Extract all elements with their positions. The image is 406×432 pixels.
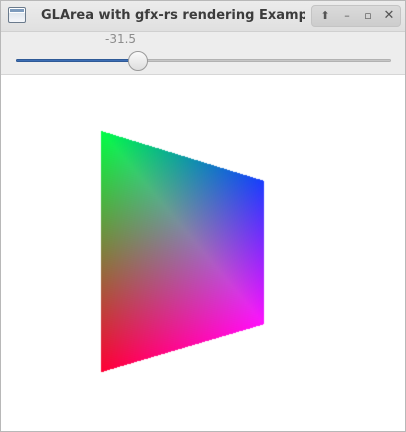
title-bar[interactable]: GLArea with gfx-rs rendering Example ⬆ –…	[1, 1, 405, 32]
app-window: GLArea with gfx-rs rendering Example ⬆ –…	[0, 0, 406, 432]
window-controls: ⬆ – ▫ ✕	[311, 5, 401, 27]
window-title: GLArea with gfx-rs rendering Example	[41, 8, 305, 23]
gradient-quad	[1, 75, 405, 431]
minimize-icon[interactable]: –	[338, 8, 356, 24]
maximize-icon[interactable]: ▫	[359, 8, 377, 24]
scale-toolbar: -31.5	[1, 32, 405, 75]
app-window-icon	[8, 7, 26, 23]
keep-above-icon[interactable]: ⬆	[316, 8, 334, 24]
close-icon[interactable]: ✕	[380, 8, 398, 24]
scale-slider-knob[interactable]	[127, 51, 148, 71]
scale-value-label: -31.5	[105, 32, 137, 46]
scale-fill	[16, 59, 138, 62]
gl-render-area[interactable]	[1, 75, 405, 431]
